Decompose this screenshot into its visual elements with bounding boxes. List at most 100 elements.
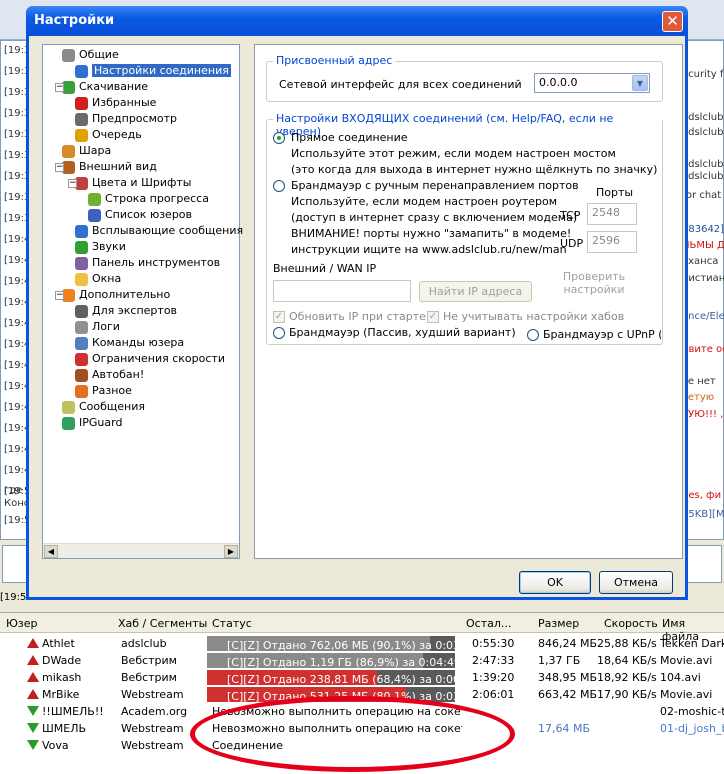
interface-value: 0.0.0.0: [539, 76, 578, 89]
firewall-manual-radio[interactable]: [273, 180, 285, 192]
chat-message-fragment: ТУЮ!!! ,: [682, 409, 724, 420]
tree-item-network[interactable]: Настройки соединения: [75, 64, 231, 78]
check-settings-button[interactable]: Проверить настройки: [547, 266, 641, 302]
tree-item-windows[interactable]: Окна: [75, 272, 121, 286]
tree-item-label: Дополнительно: [79, 288, 171, 301]
udp-port-input[interactable]: 2596: [587, 231, 637, 253]
chat-message-fragment: adslclub: [682, 171, 724, 182]
tree-item-label: IPGuard: [79, 416, 123, 429]
update-ip-label[interactable]: Обновить IP при старте: [289, 310, 426, 323]
close-button[interactable]: ✕: [662, 11, 683, 32]
tcp-label: TCP: [560, 209, 581, 222]
transfer-file: Movie.avi: [660, 654, 713, 667]
dialog-title: Настройки: [34, 13, 115, 28]
tree-horizontal-scrollbar[interactable]: ◀ ▶: [43, 543, 239, 558]
userlist-icon: [88, 208, 101, 222]
speed-limit-icon: [75, 352, 88, 366]
progress-icon: [88, 192, 101, 206]
tree-item-appearance[interactable]: Внешний вид: [62, 160, 157, 174]
transfer-file: 104.avi: [660, 671, 701, 684]
column-status[interactable]: Статус: [212, 617, 252, 630]
tree-item-toolbar[interactable]: Панель инструментов: [75, 256, 220, 270]
transfer-speed: 25,88 КБ/s: [597, 637, 657, 650]
tree-item-label: Строка прогресса: [105, 192, 209, 205]
tree-item-users[interactable]: Общие: [62, 48, 119, 62]
transfer-hub: Academ.org: [121, 705, 188, 718]
chevron-down-icon[interactable]: ▼: [632, 75, 648, 91]
direct-connection-label[interactable]: Прямое соединение: [291, 131, 408, 144]
firewall-passive-radio[interactable]: [273, 327, 285, 339]
tree-item-expert[interactable]: Для экспертов: [75, 304, 177, 318]
tree-item-preview[interactable]: Предпросмотр: [75, 112, 177, 126]
expert-icon: [75, 304, 88, 318]
tree-item-sound[interactable]: Звуки: [75, 240, 126, 254]
users-icon: [62, 48, 75, 62]
find-ip-button[interactable]: Найти IP адреса: [419, 281, 532, 302]
update-ip-checkbox[interactable]: ✓: [273, 311, 285, 323]
tree-item-misc[interactable]: Разное: [75, 384, 132, 398]
transfer-file: Movie.avi: [660, 688, 713, 701]
settings-tree[interactable]: Общие Настройки соединения Скачивание Избра…: [42, 44, 243, 559]
tree-item-queue[interactable]: Очередь: [75, 128, 142, 142]
transfer-left: 2:06:01: [472, 688, 515, 701]
ignore-hubs-checkbox[interactable]: ✓: [427, 311, 439, 323]
column-hub[interactable]: Хаб / Сегменты: [118, 617, 207, 630]
preview-icon: [75, 112, 88, 126]
tree-item-popup[interactable]: Всплывающие сообщения: [75, 224, 243, 238]
tree-item-commands[interactable]: Команды юзера: [75, 336, 184, 350]
tcp-port-input[interactable]: 2548: [587, 203, 637, 225]
direct-connection-radio[interactable]: [273, 132, 285, 144]
tree-item-label: Разное: [92, 384, 132, 397]
transfer-row[interactable]: Athlet adslclub 0:55:30 846,24 МБ 25,88 КБ/s…: [0, 635, 724, 652]
transfer-row[interactable]: mikash Вебстрим 1:39:20 348,95 МБ 18,92 КБ/s…: [0, 669, 724, 686]
firewall-passive-label[interactable]: Брандмауэр (Пассив, худший вариант): [289, 326, 516, 339]
firewall-manual-label[interactable]: Брандмауэр с ручным перенаправлением пор…: [291, 179, 579, 192]
tree-collapse-icon[interactable]: −: [55, 83, 64, 92]
wan-ip-input[interactable]: [273, 280, 411, 302]
chat-message-fragment: adslclub: [682, 127, 724, 138]
wan-ip-label: Внешний / WAN IP: [273, 262, 377, 275]
tree-item-progress[interactable]: Строка прогресса: [88, 192, 209, 206]
transfer-user: Athlet: [42, 637, 75, 650]
tree-item-logs[interactable]: Логи: [75, 320, 120, 334]
tree-item-messages[interactable]: Сообщения: [62, 400, 145, 414]
tree-item-label: Окна: [92, 272, 122, 285]
cancel-button[interactable]: Отмена: [599, 571, 673, 594]
tree-item-download[interactable]: Скачивание: [62, 80, 148, 94]
tree-item-label: Логи: [92, 320, 120, 333]
tree-item-ipguard[interactable]: IPGuard: [62, 416, 122, 430]
scroll-left-arrow-icon[interactable]: ◀: [44, 545, 58, 558]
tree-item-share[interactable]: Шара: [62, 144, 111, 158]
dialog-titlebar[interactable]: Настройки ✕: [26, 6, 688, 36]
tree-item-palette[interactable]: Цвета и Шрифты: [75, 176, 191, 190]
column-left[interactable]: Остал...: [466, 617, 511, 630]
column-user[interactable]: Юзер: [6, 617, 37, 630]
ipguard-icon: [62, 416, 75, 430]
tree-collapse-icon[interactable]: −: [55, 163, 64, 172]
transfer-row[interactable]: DWade Вебстрим 2:47:33 1,37 ГБ 18,64 КБ/s Mov…: [0, 652, 724, 669]
assigned-address-group: Присвоенный адрес Сетевой интерфейс для …: [266, 54, 663, 102]
scroll-right-arrow-icon[interactable]: ▶: [224, 545, 238, 558]
fw-desc-2: (доступ в интернет сразу с включением мо…: [291, 211, 578, 224]
tree-item-heart[interactable]: Избранные: [75, 96, 156, 110]
interface-select[interactable]: 0.0.0.0 ▼: [534, 73, 650, 93]
tree-item-speed-limit[interactable]: Ограничения скорости: [75, 352, 225, 366]
tree-item-label: Общие: [79, 48, 119, 61]
tree-collapse-icon[interactable]: −: [68, 179, 77, 188]
transfer-left: 1:39:20: [472, 671, 515, 684]
tree-item-advanced[interactable]: Дополнительно: [62, 288, 170, 302]
misc-icon: [75, 384, 88, 398]
column-size[interactable]: Размер: [538, 617, 579, 630]
firewall-upnp-label[interactable]: Брандмауэр с UPnP (: [543, 328, 661, 341]
fw-desc-3: ВНИМАНИЕ! порты нужно "замапить" в модем…: [291, 227, 572, 240]
ok-button[interactable]: OK: [519, 571, 591, 594]
firewall-upnp-radio[interactable]: [527, 329, 539, 341]
column-speed[interactable]: Скорость: [604, 617, 658, 630]
tree-collapse-icon[interactable]: −: [55, 291, 64, 300]
heart-icon: [75, 96, 88, 110]
tree-item-autoban[interactable]: Автобан!: [75, 368, 144, 382]
tree-item-userlist[interactable]: Список юзеров: [88, 208, 192, 222]
interface-label: Сетевой интерфейс для всех соединений: [279, 78, 522, 91]
ignore-hubs-label[interactable]: Не учитывать настройки хабов: [443, 310, 624, 323]
tree-item-label: Внешний вид: [79, 160, 157, 173]
